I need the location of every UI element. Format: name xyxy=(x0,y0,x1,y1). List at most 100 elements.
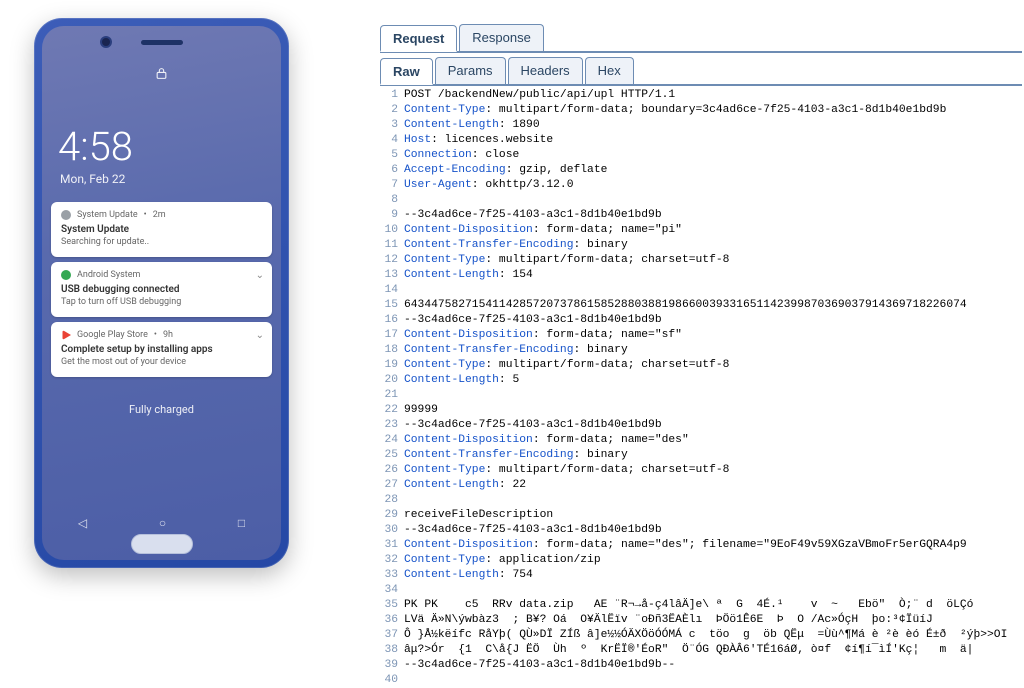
line-text[interactable]: Content-Type: multipart/form-data; chars… xyxy=(404,253,1022,268)
line-number: 26 xyxy=(380,463,404,478)
line-text[interactable]: Content-Type: multipart/form-data; chars… xyxy=(404,463,1022,478)
line-number: 1 xyxy=(380,88,404,103)
line-text[interactable]: Content-Length: 754 xyxy=(404,568,1022,583)
line-number: 8 xyxy=(380,193,404,208)
line-text[interactable]: --3c4ad6ce-7f25-4103-a3c1-8d1b40e1bd9b xyxy=(404,208,1022,223)
line-text[interactable]: User-Agent: okhttp/3.12.0 xyxy=(404,178,1022,193)
line-text[interactable]: Connection: close xyxy=(404,148,1022,163)
line-text[interactable]: --3c4ad6ce-7f25-4103-a3c1-8d1b40e1bd9b xyxy=(404,418,1022,433)
line-text[interactable] xyxy=(404,193,1022,208)
home-icon[interactable]: ○ xyxy=(159,516,166,530)
line-text[interactable]: --3c4ad6ce-7f25-4103-a3c1-8d1b40e1bd9b xyxy=(404,523,1022,538)
line-text[interactable]: Content-Transfer-Encoding: binary xyxy=(404,238,1022,253)
line-text[interactable] xyxy=(404,673,1022,688)
notification-body: Tap to turn off USB debugging xyxy=(61,297,262,307)
line-text[interactable]: Content-Disposition: form-data; name="sf… xyxy=(404,328,1022,343)
line-text[interactable]: Accept-Encoding: gzip, deflate xyxy=(404,163,1022,178)
line-number: 37 xyxy=(380,628,404,643)
notification-body: Searching for update.. xyxy=(61,237,262,247)
code-line: 11Content-Transfer-Encoding: binary xyxy=(380,238,1022,253)
code-line: 2299999 xyxy=(380,403,1022,418)
code-line: 17Content-Disposition: form-data; name="… xyxy=(380,328,1022,343)
line-text[interactable]: Content-Disposition: form-data; name="de… xyxy=(404,538,1022,553)
line-text[interactable]: receiveFileDescription xyxy=(404,508,1022,523)
line-number: 9 xyxy=(380,208,404,223)
line-text[interactable]: Content-Transfer-Encoding: binary xyxy=(404,343,1022,358)
android-navbar: ◁ ○ □ xyxy=(42,514,281,532)
line-text[interactable]: Content-Type: application/zip xyxy=(404,553,1022,568)
tab-response[interactable]: Response xyxy=(459,24,544,51)
line-text[interactable] xyxy=(404,493,1022,508)
line-text[interactable] xyxy=(404,388,1022,403)
line-number: 18 xyxy=(380,343,404,358)
line-text[interactable]: âμ?>Ór {1 C\å{J ËÖ Ùh º KrËÏ®'ÉoR" Ö¨ÓG … xyxy=(404,643,1022,658)
line-text[interactable]: PK PK c5 RRv data.zip AE ¨R¬→å-ç4lâÄ]e\ … xyxy=(404,598,1022,613)
line-number: 6 xyxy=(380,163,404,178)
subtab-hex[interactable]: Hex xyxy=(585,57,634,84)
back-icon[interactable]: ◁ xyxy=(78,516,87,530)
notification-title: System Update xyxy=(61,224,262,235)
line-number: 39 xyxy=(380,658,404,673)
line-number: 40 xyxy=(380,673,404,688)
code-line: 20Content-Length: 5 xyxy=(380,373,1022,388)
code-line: 4Host: licences.website xyxy=(380,133,1022,148)
line-text[interactable]: Content-Length: 154 xyxy=(404,268,1022,283)
line-text[interactable]: --3c4ad6ce-7f25-4103-a3c1-8d1b40e1bd9b xyxy=(404,313,1022,328)
notification-play-store[interactable]: Google Play Store • 9h ⌄ Complete setup … xyxy=(51,322,272,377)
code-line: 21 xyxy=(380,388,1022,403)
line-number: 15 xyxy=(380,298,404,313)
subtab-params[interactable]: Params xyxy=(435,57,506,84)
line-number: 20 xyxy=(380,373,404,388)
code-line: 16--3c4ad6ce-7f25-4103-a3c1-8d1b40e1bd9b xyxy=(380,313,1022,328)
notification-system-update[interactable]: System Update • 2m System Update Searchi… xyxy=(51,202,272,257)
line-number: 35 xyxy=(380,598,404,613)
line-text[interactable]: Content-Length: 1890 xyxy=(404,118,1022,133)
code-line: 19Content-Type: multipart/form-data; cha… xyxy=(380,358,1022,373)
line-number: 14 xyxy=(380,283,404,298)
code-line: 5Connection: close xyxy=(380,148,1022,163)
line-text[interactable]: Content-Disposition: form-data; name="pi… xyxy=(404,223,1022,238)
line-text[interactable]: Ô }Å½këífc RåYþ( QÙ»DÏ ZÍß â]e½½ÓÄXÖöÓÓM… xyxy=(404,628,1022,643)
code-line: 32Content-Type: application/zip xyxy=(380,553,1022,568)
subtab-raw[interactable]: Raw xyxy=(380,58,433,85)
line-text[interactable]: Content-Type: multipart/form-data; bound… xyxy=(404,103,1022,118)
gear-icon xyxy=(61,210,71,220)
line-text[interactable]: Content-Length: 5 xyxy=(404,373,1022,388)
notification-usb-debug[interactable]: Android System ⌄ USB debugging connected… xyxy=(51,262,272,317)
subtab-headers[interactable]: Headers xyxy=(508,57,583,84)
line-text[interactable]: 99999 xyxy=(404,403,1022,418)
line-text[interactable]: Content-Type: multipart/form-data; chars… xyxy=(404,358,1022,373)
line-number: 17 xyxy=(380,328,404,343)
code-line: 1POST /backendNew/public/api/upl HTTP/1.… xyxy=(380,88,1022,103)
sub-tabs: RawParamsHeadersHex xyxy=(380,57,1022,86)
main-tabs: RequestResponse xyxy=(380,24,1022,53)
code-line: 18Content-Transfer-Encoding: binary xyxy=(380,343,1022,358)
line-text[interactable]: Content-Transfer-Encoding: binary xyxy=(404,448,1022,463)
line-text[interactable]: Content-Length: 22 xyxy=(404,478,1022,493)
line-number: 24 xyxy=(380,433,404,448)
code-line: 1564344758271541142857207378615852880388… xyxy=(380,298,1022,313)
code-line: 33Content-Length: 754 xyxy=(380,568,1022,583)
code-line: 30--3c4ad6ce-7f25-4103-a3c1-8d1b40e1bd9b xyxy=(380,523,1022,538)
chevron-down-icon[interactable]: ⌄ xyxy=(256,330,264,341)
notification-age: 9h xyxy=(163,330,173,340)
code-line: 7User-Agent: okhttp/3.12.0 xyxy=(380,178,1022,193)
line-text[interactable]: Content-Disposition: form-data; name="de… xyxy=(404,433,1022,448)
line-text[interactable]: POST /backendNew/public/api/upl HTTP/1.1 xyxy=(404,88,1022,103)
chevron-down-icon[interactable]: ⌄ xyxy=(256,270,264,281)
line-text[interactable]: Host: licences.website xyxy=(404,133,1022,148)
lockscreen-date: Mon, Feb 22 xyxy=(48,172,275,186)
line-text[interactable] xyxy=(404,283,1022,298)
line-text[interactable]: LVä Ä»N\ýwbàz3 ; B¥? Oá O¥ÄlËïv ¨oÐñ3ËAÈ… xyxy=(404,613,1022,628)
recents-icon[interactable]: □ xyxy=(238,516,245,530)
line-number: 32 xyxy=(380,553,404,568)
home-button[interactable] xyxy=(131,534,193,554)
tab-request[interactable]: Request xyxy=(380,25,457,52)
line-number: 22 xyxy=(380,403,404,418)
line-number: 11 xyxy=(380,238,404,253)
code-line: 23--3c4ad6ce-7f25-4103-a3c1-8d1b40e1bd9b xyxy=(380,418,1022,433)
code-line: 28 xyxy=(380,493,1022,508)
code-line: 31Content-Disposition: form-data; name="… xyxy=(380,538,1022,553)
line-text[interactable]: --3c4ad6ce-7f25-4103-a3c1-8d1b40e1bd9b-- xyxy=(404,658,1022,673)
line-text[interactable]: 6434475827154114285720737861585288038819… xyxy=(404,298,1022,313)
